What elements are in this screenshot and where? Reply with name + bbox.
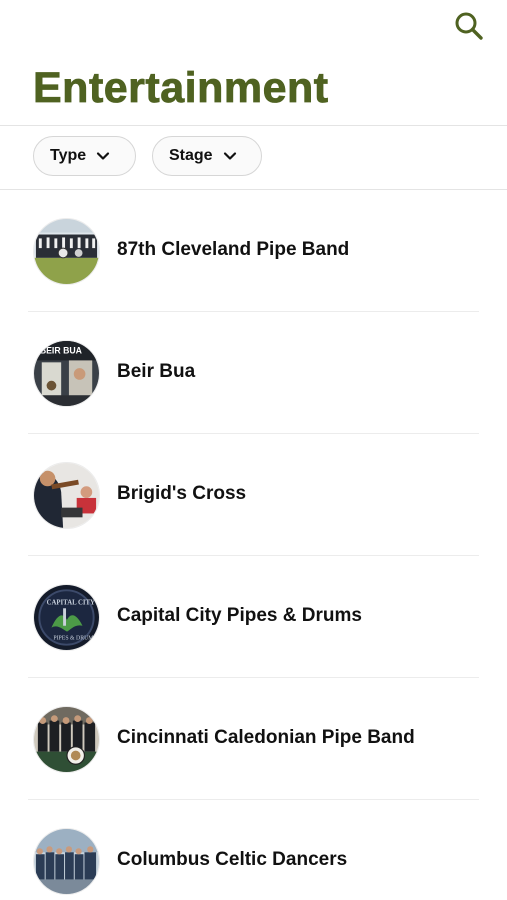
chevron-down-icon: [223, 152, 236, 160]
entertainer-name: 87th Cleveland Pipe Band: [117, 239, 350, 260]
list-item-cincinnati-caledonian-pipe-band[interactable]: Cincinnati Caledonian Pipe Band: [0, 678, 507, 800]
search-icon: [455, 12, 483, 40]
chevron-down-icon: [97, 152, 110, 160]
list-item-87th-cleveland-pipe-band[interactable]: 87th Cleveland Pipe Band: [0, 190, 507, 312]
list-item-brigids-cross[interactable]: Brigid's Cross: [0, 434, 507, 556]
page-title: Entertainment: [33, 64, 329, 113]
list-item-capital-city-pipes-drums[interactable]: CAPITAL CITY PIPES & DRUMS Capital City …: [0, 556, 507, 678]
stage-filter-label: Stage: [169, 147, 213, 164]
avatar: CAPITAL CITY PIPES & DRUMS: [33, 584, 100, 651]
avatar: [33, 828, 100, 895]
stage-filter-button[interactable]: Stage: [152, 136, 262, 176]
svg-text:PIPES & DRUMS: PIPES & DRUMS: [53, 635, 96, 641]
entertainer-name: Cincinnati Caledonian Pipe Band: [117, 727, 415, 748]
avatar: BEIR BUA: [33, 340, 100, 407]
list-item-columbus-celtic-dancers[interactable]: Columbus Celtic Dancers: [0, 800, 507, 900]
entertainer-name: Beir Bua: [117, 361, 196, 382]
list-item-beir-bua[interactable]: BEIR BUA Beir Bua: [0, 312, 507, 434]
filter-bar: Type Stage: [0, 126, 507, 189]
top-bar: [0, 0, 507, 50]
entertainment-screen: Entertainment Type Stage 87th Cleveland …: [0, 0, 507, 900]
search-button[interactable]: [452, 9, 486, 43]
avatar: [33, 218, 100, 285]
type-filter-label: Type: [50, 147, 87, 164]
avatar: [33, 706, 100, 773]
entertainer-name: Columbus Celtic Dancers: [117, 849, 348, 870]
svg-text:BEIR BUA: BEIR BUA: [40, 346, 83, 356]
entertainer-name: Brigid's Cross: [117, 483, 247, 504]
entertainer-name: Capital City Pipes & Drums: [117, 605, 362, 626]
type-filter-button[interactable]: Type: [33, 136, 136, 176]
svg-text:CAPITAL CITY: CAPITAL CITY: [47, 599, 95, 606]
avatar: [33, 462, 100, 529]
